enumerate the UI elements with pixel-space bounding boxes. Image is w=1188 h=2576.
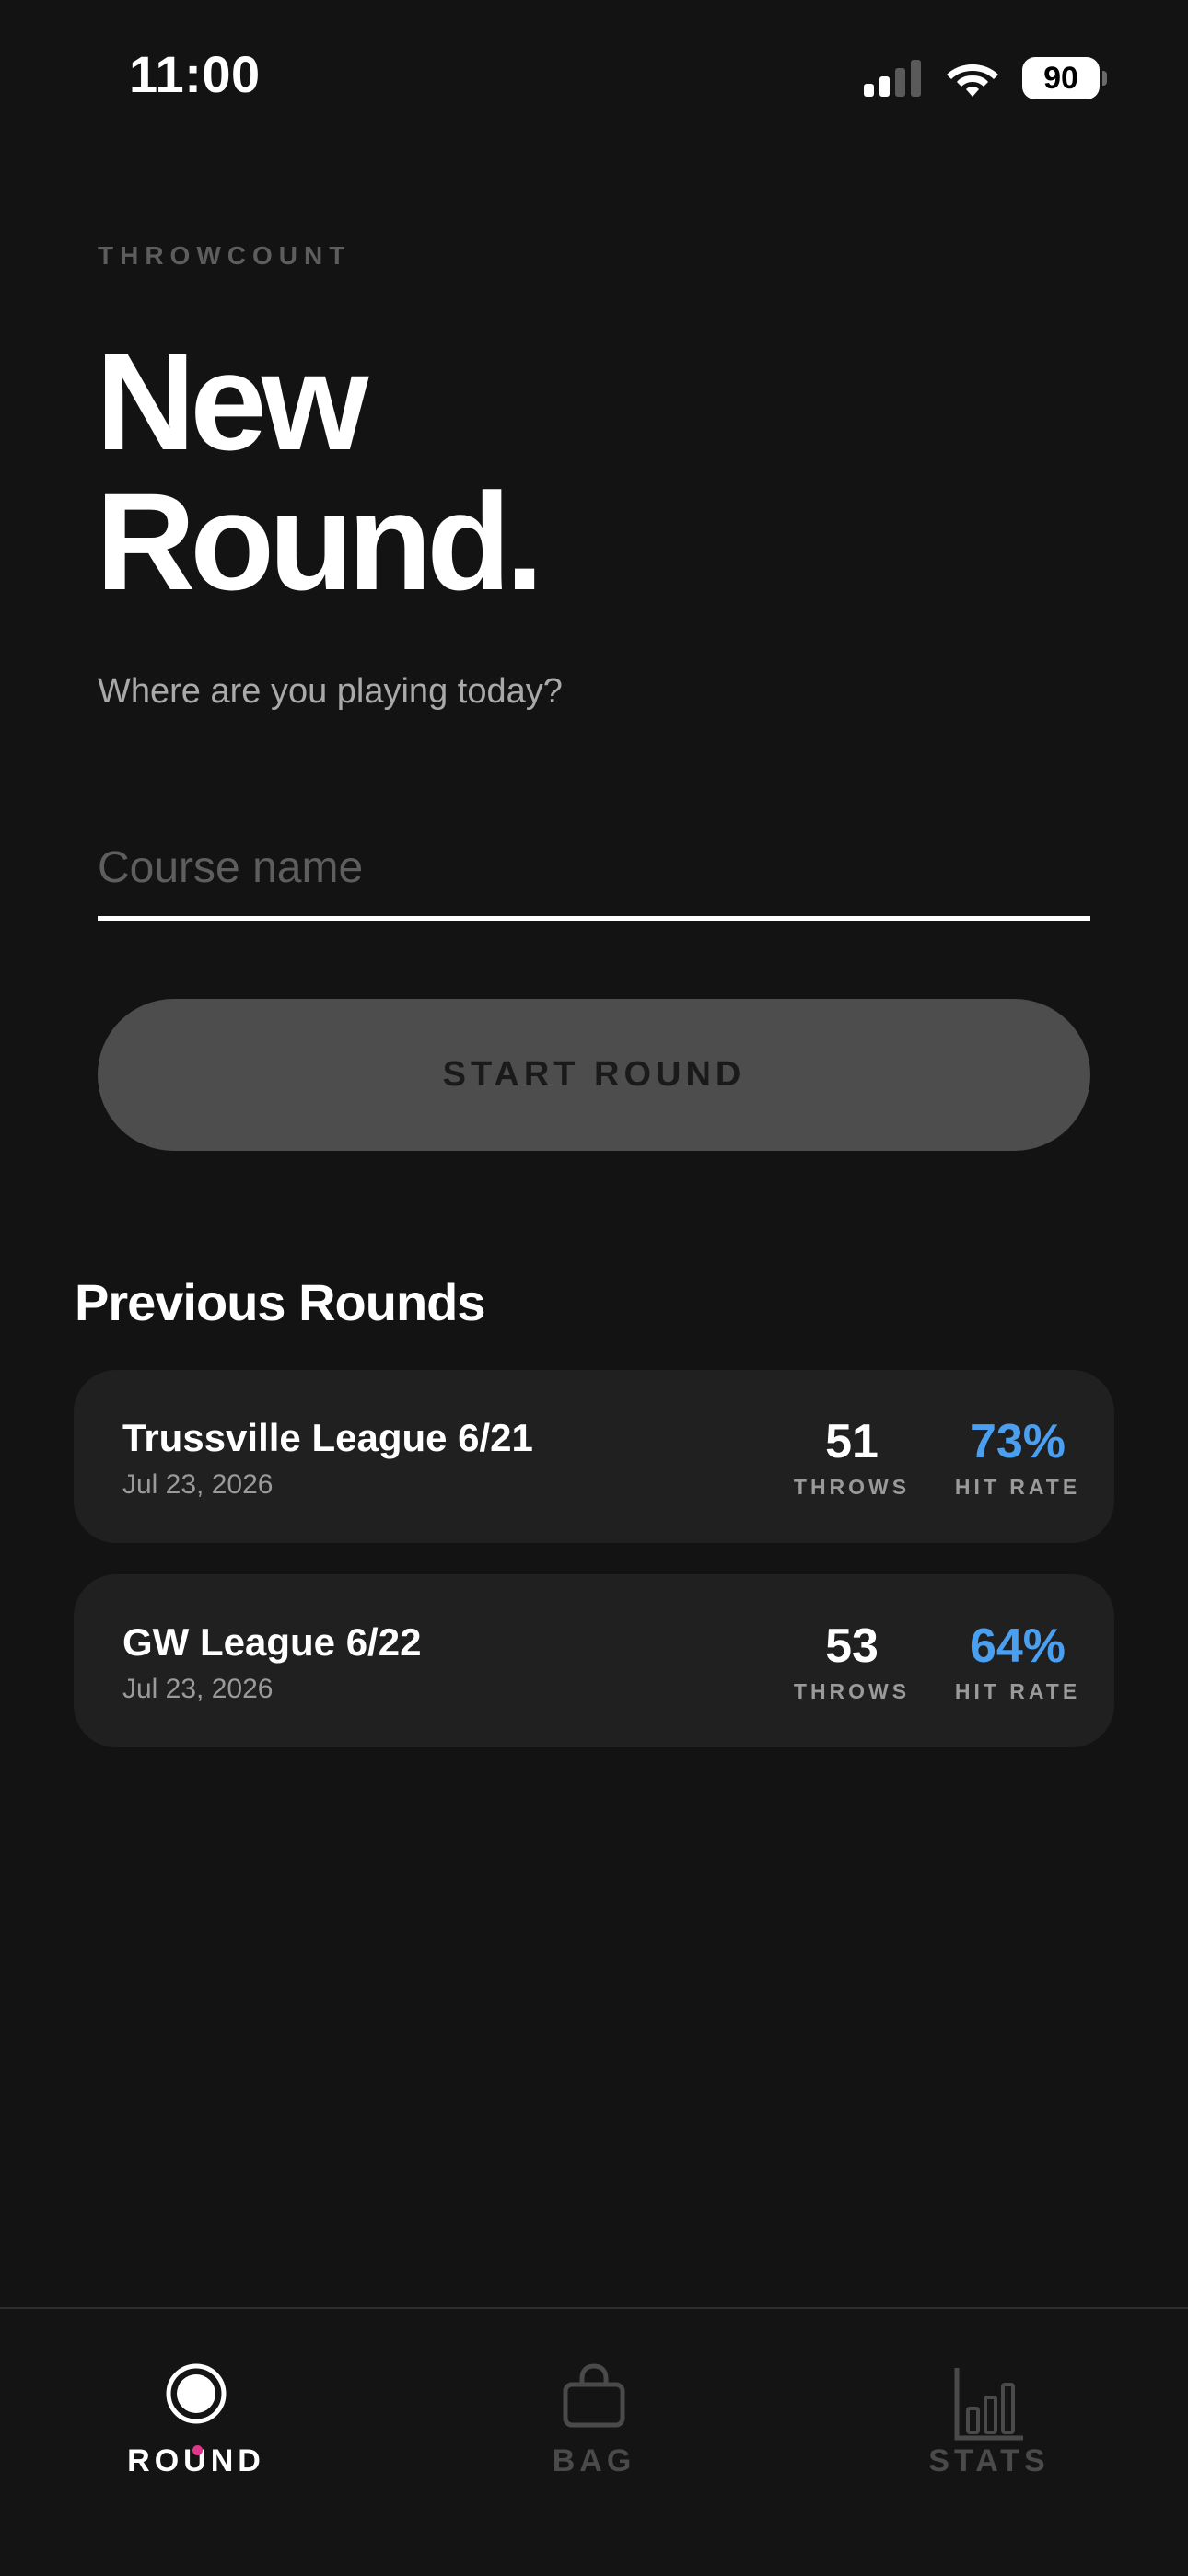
throws-stat: 53 THROWS: [755, 1619, 949, 1704]
round-date: Jul 23, 2026: [122, 1674, 274, 1704]
brand-label: THROWCOUNT: [98, 241, 352, 270]
battery-tip: [1102, 71, 1107, 86]
tab-stats-label: STATS: [928, 2443, 1050, 2478]
status-time: 11:00: [129, 45, 261, 103]
course-name-input[interactable]: [98, 819, 1090, 921]
throws-value: 51: [825, 1415, 879, 1468]
round-name: GW League 6/22: [122, 1620, 422, 1664]
battery-level: 90: [1022, 57, 1100, 99]
page-subtitle: Where are you playing today?: [98, 672, 563, 711]
round-card[interactable]: GW League 6/22 Jul 23, 2026 53 THROWS 64…: [74, 1574, 1114, 1747]
bag-icon: [563, 2363, 625, 2428]
round-date: Jul 23, 2026: [122, 1469, 274, 1500]
throws-label: THROWS: [793, 1475, 911, 1499]
hit-rate-label: HIT RATE: [954, 1679, 1081, 1703]
target-icon: [166, 2363, 227, 2424]
hit-rate-label: HIT RATE: [954, 1475, 1081, 1499]
round-name: Trussville League 6/21: [122, 1416, 533, 1459]
wifi-icon: [947, 64, 998, 97]
signal-icon: [864, 60, 921, 97]
hit-rate-value: 73%: [969, 1415, 1066, 1468]
tab-stats[interactable]: STATS: [851, 2309, 1127, 2493]
previous-rounds-title: Previous Rounds: [75, 1273, 486, 1331]
throws-label: THROWS: [793, 1679, 911, 1703]
tab-bag[interactable]: BAG: [456, 2309, 732, 2493]
hit-rate-stat: 73% HIT RATE: [921, 1414, 1114, 1500]
tab-bar: ROUND BAG STATS: [0, 2307, 1188, 2576]
active-indicator: [192, 2445, 203, 2455]
page-title: New Round.: [96, 324, 544, 619]
status-icons: 90: [864, 57, 1107, 99]
status-bar: 11:00 90: [0, 0, 1188, 157]
hit-rate-value: 64%: [969, 1619, 1066, 1673]
hit-rate-stat: 64% HIT RATE: [921, 1619, 1114, 1704]
throws-stat: 51 THROWS: [755, 1414, 949, 1500]
tab-round[interactable]: ROUND: [58, 2309, 334, 2493]
bar-chart-icon: [954, 2368, 1023, 2441]
start-round-button[interactable]: START ROUND: [98, 999, 1090, 1151]
battery-icon: 90: [1022, 57, 1107, 99]
throws-value: 53: [825, 1619, 879, 1673]
round-card[interactable]: Trussville League 6/21 Jul 23, 2026 51 T…: [74, 1370, 1114, 1543]
tab-bag-label: BAG: [552, 2443, 636, 2478]
